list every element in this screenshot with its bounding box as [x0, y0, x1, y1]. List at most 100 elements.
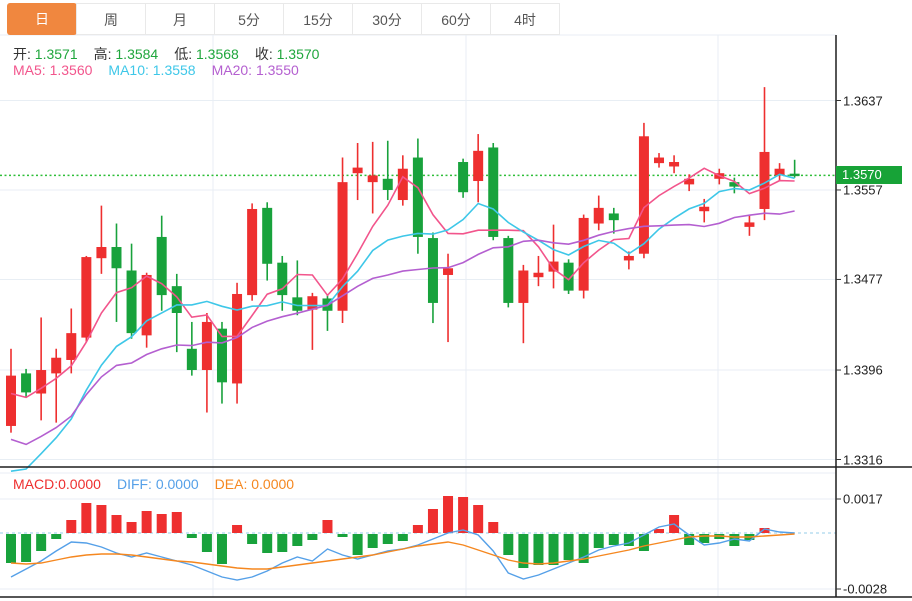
macd-hist-bar — [412, 525, 423, 533]
macd-hist-bar — [533, 534, 544, 565]
candle — [623, 255, 634, 261]
high-value: 高: 1.3584 — [93, 46, 159, 62]
macd-hist-bar — [352, 534, 363, 555]
tab-4hour[interactable]: 4时 — [490, 3, 560, 35]
macd-header: MACD:0.0000 DIFF: 0.0000 DEA: 0.0000 — [13, 476, 310, 492]
macd-hist-bar — [593, 534, 604, 548]
price-axis-label: 1.3477 — [843, 271, 883, 287]
macd-hist-bar — [307, 534, 318, 540]
macd-hist-bar — [51, 534, 62, 539]
candle — [533, 272, 544, 278]
candle — [412, 157, 423, 237]
macd-hist-bar — [608, 534, 619, 545]
tab-15min[interactable]: 15分 — [283, 3, 353, 35]
macd-hist-bar — [21, 534, 32, 562]
macd-hist-bar — [397, 534, 408, 541]
macd-hist-bar — [337, 534, 348, 537]
macd-hist-bar — [186, 534, 197, 538]
macd-hist-bar — [503, 534, 514, 555]
candle — [593, 207, 604, 224]
candle — [458, 162, 469, 193]
candle — [201, 321, 212, 371]
candle — [96, 247, 107, 259]
macd-hist-bar — [232, 525, 243, 533]
candle — [141, 274, 152, 336]
macd-axis-label: 0.0017 — [843, 491, 883, 507]
close-value: 收: 1.3570 — [254, 46, 320, 62]
macd-hist-bar — [171, 512, 182, 533]
price-axis-label: 1.3396 — [843, 362, 883, 378]
price-axis-label: 1.3637 — [843, 93, 883, 108]
ma10-value: MA10: 1.3558 — [108, 62, 196, 78]
candle — [6, 375, 16, 426]
macd-hist-bar — [292, 534, 303, 546]
dea-value: DEA: 0.0000 — [214, 476, 295, 492]
macd-hist-bar — [443, 496, 454, 533]
candle — [382, 178, 393, 190]
candle — [262, 207, 273, 264]
macd-hist-bar — [473, 505, 484, 533]
candle — [171, 286, 182, 313]
tab-month[interactable]: 月 — [145, 3, 215, 35]
tab-30min[interactable]: 30分 — [352, 3, 422, 35]
macd-hist-bar — [488, 522, 499, 533]
candle — [473, 150, 484, 182]
macd-value: MACD:0.0000 — [13, 476, 101, 492]
macd-hist-bar — [458, 497, 469, 533]
ma20-value: MA20: 1.3550 — [211, 62, 299, 78]
macd-hist-bar — [262, 534, 273, 553]
period-tab-bar: 日周月 5分 15分 30分 60分 4时 — [7, 3, 560, 35]
candle — [608, 213, 619, 221]
ohlc-header: 开: 1.3571 高: 1.3584 低: 1.3568 收: 1.3570 — [13, 44, 335, 64]
ma-header: MA5: 1.3560 MA10: 1.3558 MA20: 1.3550 — [13, 62, 315, 78]
candle — [427, 238, 438, 303]
candle — [699, 206, 710, 212]
macd-hist-bar — [201, 534, 212, 552]
macd-hist-bar — [111, 515, 122, 533]
price-axis-label: 1.3557 — [843, 182, 883, 198]
macd-hist-bar — [427, 509, 438, 533]
candle — [578, 217, 589, 291]
candle — [669, 162, 680, 167]
tab-week[interactable]: 周 — [76, 3, 146, 35]
macd-hist-bar — [141, 511, 152, 533]
macd-hist-bar — [96, 505, 107, 533]
macd-axis-label: -0.0028 — [843, 581, 888, 597]
macd-hist-bar — [563, 534, 574, 560]
tab-60min[interactable]: 60分 — [421, 3, 491, 35]
tab-5min[interactable]: 5分 — [214, 3, 284, 35]
candle — [352, 167, 363, 174]
candle — [488, 147, 499, 237]
chart-canvas[interactable] — [0, 0, 912, 601]
candle — [126, 270, 137, 334]
candle — [367, 175, 378, 183]
candle — [51, 357, 62, 374]
current-price-badge: 1.3570 — [836, 166, 902, 185]
open-value: 开: 1.3571 — [13, 46, 78, 62]
macd-hist-bar — [322, 520, 333, 533]
ma5-value: MA5: 1.3560 — [13, 62, 93, 78]
macd-hist-bar — [36, 534, 47, 551]
price-axis-label: 1.3316 — [843, 452, 883, 467]
candle — [638, 136, 649, 254]
candle — [518, 270, 529, 303]
low-value: 低: 1.3568 — [174, 46, 239, 62]
tab-day[interactable]: 日 — [7, 3, 77, 35]
candle — [66, 333, 77, 360]
candle — [654, 157, 665, 164]
macd-hist-bar — [247, 534, 258, 544]
macd-hist-bar — [81, 503, 92, 533]
diff-value: DIFF: 0.0000 — [116, 476, 199, 492]
macd-hist-bar — [126, 522, 137, 533]
macd-hist-bar — [6, 534, 16, 563]
macd-hist-bar — [367, 534, 378, 548]
macd-hist-bar — [66, 520, 77, 533]
candle — [443, 268, 454, 275]
macd-hist-bar — [156, 514, 167, 533]
candle — [81, 257, 92, 338]
candle — [186, 348, 197, 371]
macd-hist-bar — [277, 534, 288, 552]
candle — [744, 222, 755, 227]
macd-hist-bar — [216, 534, 227, 564]
macd-hist-bar — [382, 534, 393, 544]
